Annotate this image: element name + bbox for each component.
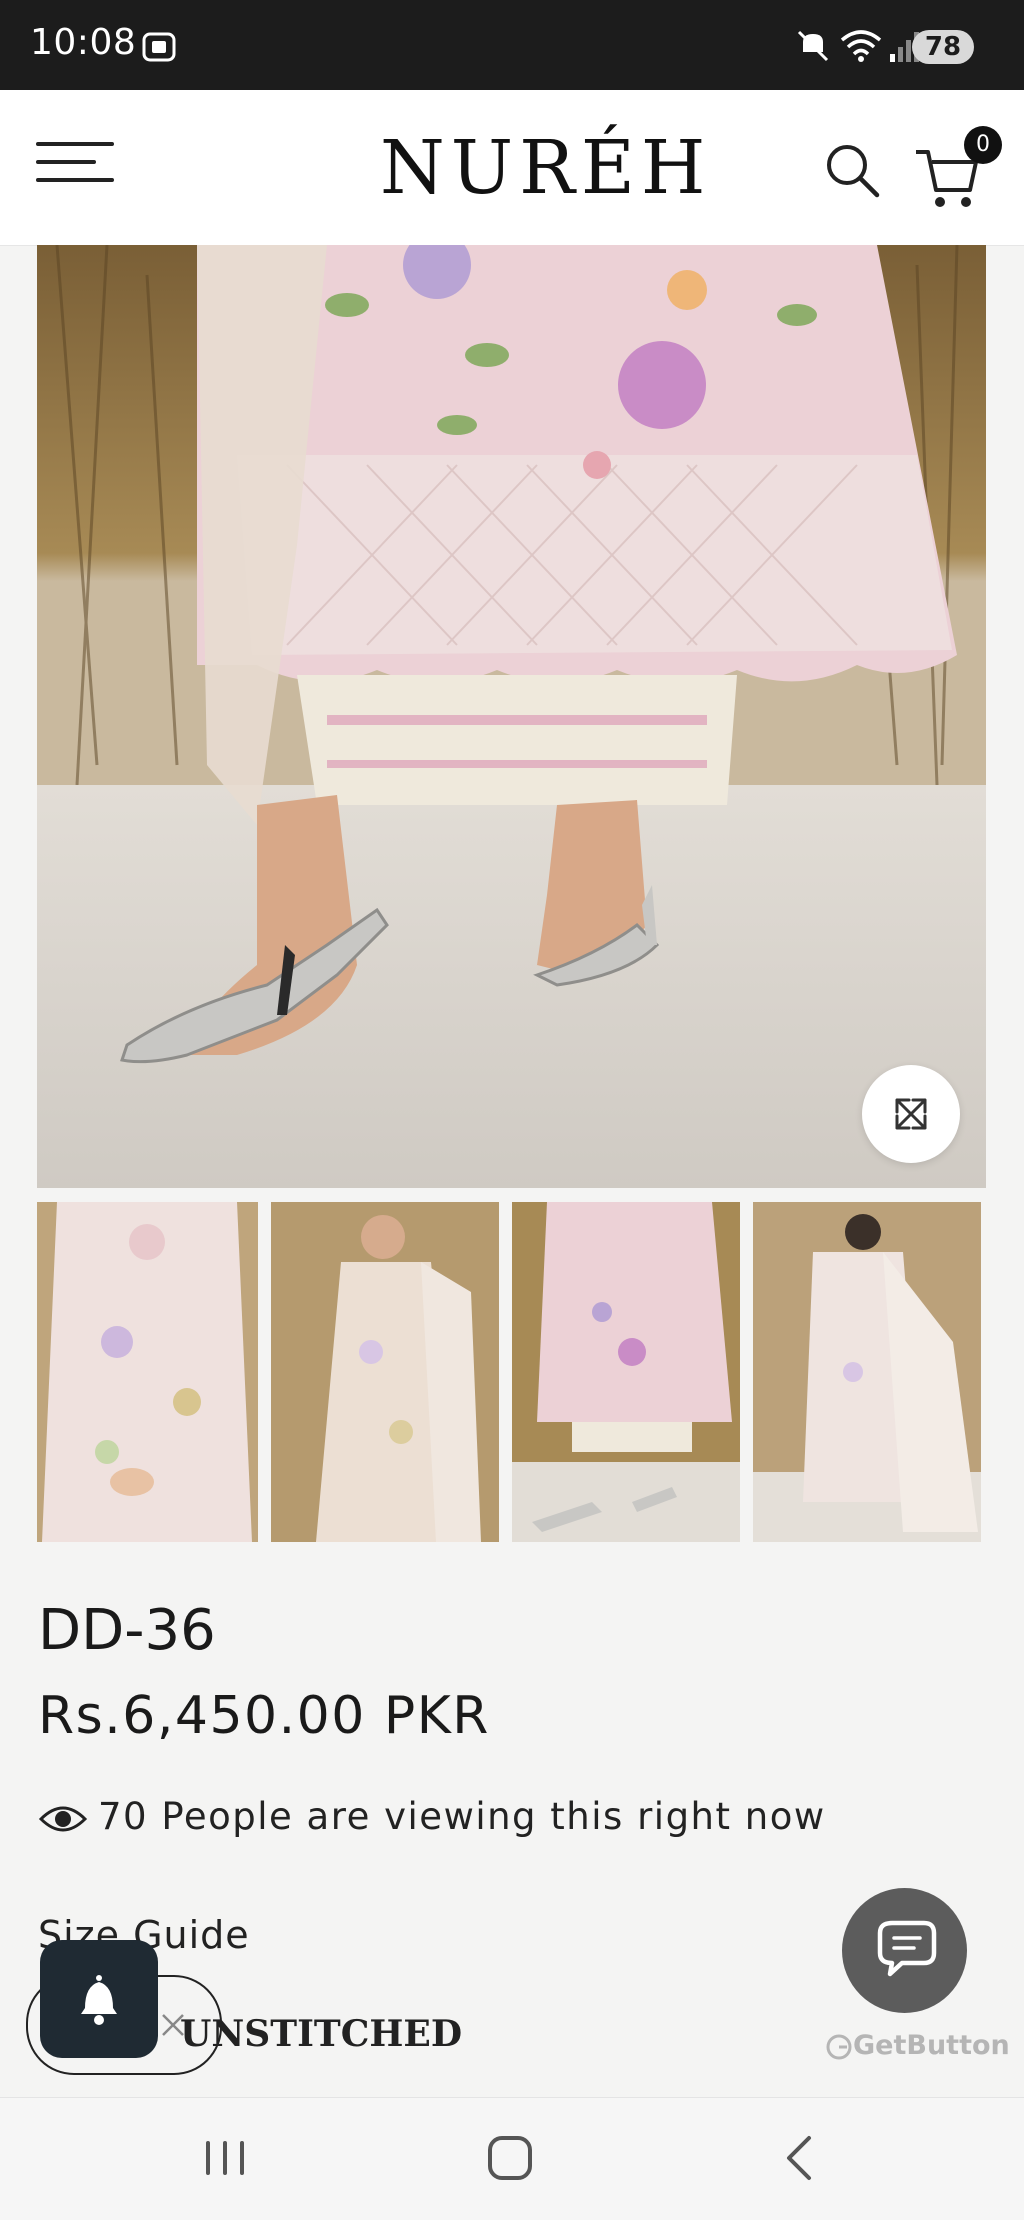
thumbnail-image bbox=[512, 1202, 740, 1542]
back-icon[interactable] bbox=[765, 2128, 835, 2188]
thumbnail-strip bbox=[37, 1202, 1017, 1542]
site-header: NURÉH 0 bbox=[0, 90, 1024, 246]
viewers-text: 70 People are viewing this right now bbox=[98, 1795, 826, 1838]
getbutton-text: GetButton bbox=[853, 2030, 1010, 2061]
menu-icon-line bbox=[36, 142, 114, 146]
battery-indicator: 78 bbox=[912, 30, 974, 64]
home-icon[interactable] bbox=[475, 2128, 545, 2188]
chat-icon bbox=[877, 1920, 937, 1977]
thumbnail-2[interactable] bbox=[271, 1202, 499, 1542]
menu-button[interactable] bbox=[36, 142, 114, 192]
status-time: 10:08 bbox=[30, 22, 137, 63]
screenshot-icon bbox=[142, 32, 176, 62]
chat-button[interactable] bbox=[842, 1888, 967, 2013]
thumbnail-3[interactable] bbox=[512, 1202, 740, 1542]
mute-icon bbox=[797, 30, 829, 62]
product-price: Rs.6,450.00 PKR bbox=[38, 1686, 490, 1746]
cart-count-badge: 0 bbox=[964, 126, 1002, 164]
recent-apps-icon[interactable] bbox=[190, 2128, 260, 2188]
thumbnail-image bbox=[271, 1202, 499, 1542]
thumbnail-image bbox=[753, 1202, 981, 1542]
viewers-notice: 70 People are viewing this right now bbox=[38, 1795, 826, 1838]
wifi-icon bbox=[840, 30, 882, 62]
thumbnail-4[interactable] bbox=[753, 1202, 981, 1542]
search-icon[interactable] bbox=[822, 140, 882, 200]
close-icon[interactable] bbox=[158, 2010, 188, 2040]
getbutton-brand[interactable]: GetButton bbox=[825, 2030, 1010, 2061]
expand-image-button[interactable] bbox=[862, 1065, 960, 1163]
status-bar: 10:08 78 bbox=[0, 0, 1024, 90]
product-title: DD-36 bbox=[38, 1598, 216, 1663]
brand-logo[interactable]: NURÉH bbox=[380, 118, 705, 218]
cart-button[interactable]: 0 bbox=[912, 126, 1002, 210]
bell-icon bbox=[81, 1975, 117, 2025]
product-photo bbox=[37, 245, 986, 1188]
menu-icon-line bbox=[36, 178, 114, 182]
thumbnail-image bbox=[37, 1202, 258, 1542]
eye-icon bbox=[38, 1806, 88, 1831]
product-main-image[interactable] bbox=[37, 245, 986, 1188]
notification-bell-button[interactable] bbox=[40, 1940, 158, 2058]
system-nav-bar bbox=[0, 2097, 1024, 2220]
expand-icon bbox=[895, 1098, 927, 1130]
thumbnail-1[interactable] bbox=[37, 1202, 258, 1542]
variant-label[interactable]: UNSTITCHED bbox=[180, 2013, 462, 2055]
menu-icon-line bbox=[36, 160, 96, 164]
getbutton-icon bbox=[826, 2034, 852, 2059]
